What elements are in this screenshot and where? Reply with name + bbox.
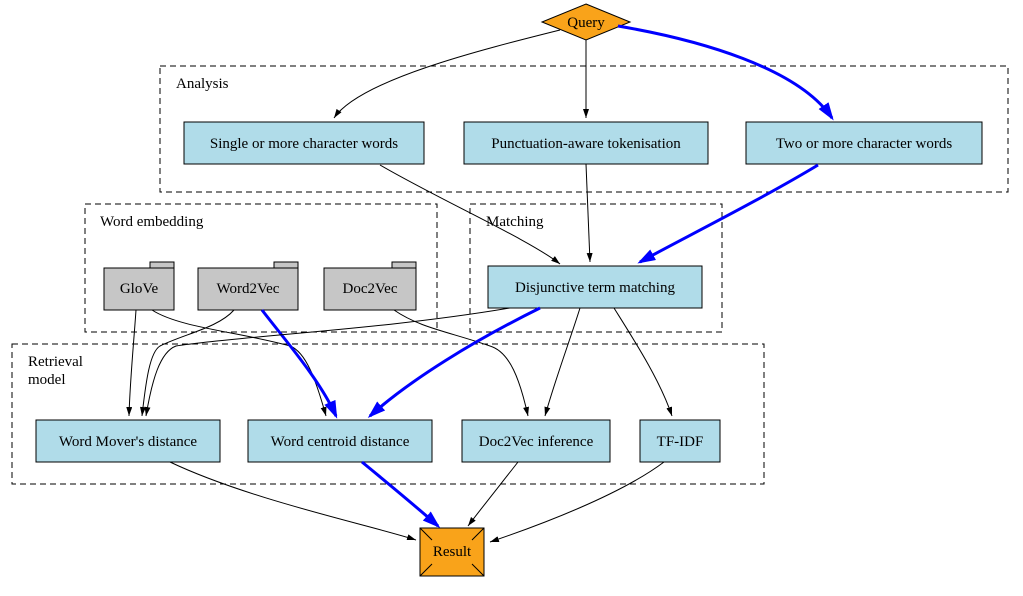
node-emb3: Doc2Vec [324,262,416,310]
cluster-retrieval-label-1: Retrieval [28,354,83,370]
edge-w2v-rm1 [142,310,234,416]
result-node: Result [420,528,484,576]
edge-rm1-result [170,462,416,540]
label-rm1: Word Mover's distance [59,434,197,450]
label-rm2: Word centroid distance [271,434,410,450]
label-analysis3: Two or more character words [776,136,953,152]
node-emb2: Word2Vec [198,262,298,310]
edge-rm3-result [468,462,518,526]
node-emb1: GloVe [104,262,174,310]
edge-glove-rm2 [152,310,326,416]
edge-query-a3 [618,26,832,118]
label-matching1: Disjunctive term matching [515,280,675,296]
cluster-retrieval [12,344,764,484]
cluster-retrieval-label-2: model [28,372,66,388]
edge-a3-match [640,165,818,262]
edge-a2-match [586,164,590,262]
cluster-embedding-label: Word embedding [100,214,204,230]
edge-rm4-result [490,462,664,542]
cluster-analysis-label: Analysis [176,76,229,92]
label-analysis1: Single or more character words [210,136,398,152]
edge-match-rm4 [614,308,672,416]
edge-match-rm3 [545,308,580,416]
edge-glove-rm1 [129,310,136,416]
result-label: Result [433,544,472,560]
label-analysis2: Punctuation-aware tokenisation [491,136,681,152]
label-emb3: Doc2Vec [343,281,398,297]
label-emb2: Word2Vec [217,281,280,297]
label-rm4: TF-IDF [657,434,704,450]
edge-rm2-result [362,462,438,526]
edge-w2v-rm2 [262,310,336,416]
label-rm3: Doc2Vec inference [479,434,594,450]
edge-query-a1 [334,30,560,118]
cluster-matching-label: Matching [486,214,544,230]
query-label: Query [567,15,605,31]
label-emb1: GloVe [120,281,159,297]
